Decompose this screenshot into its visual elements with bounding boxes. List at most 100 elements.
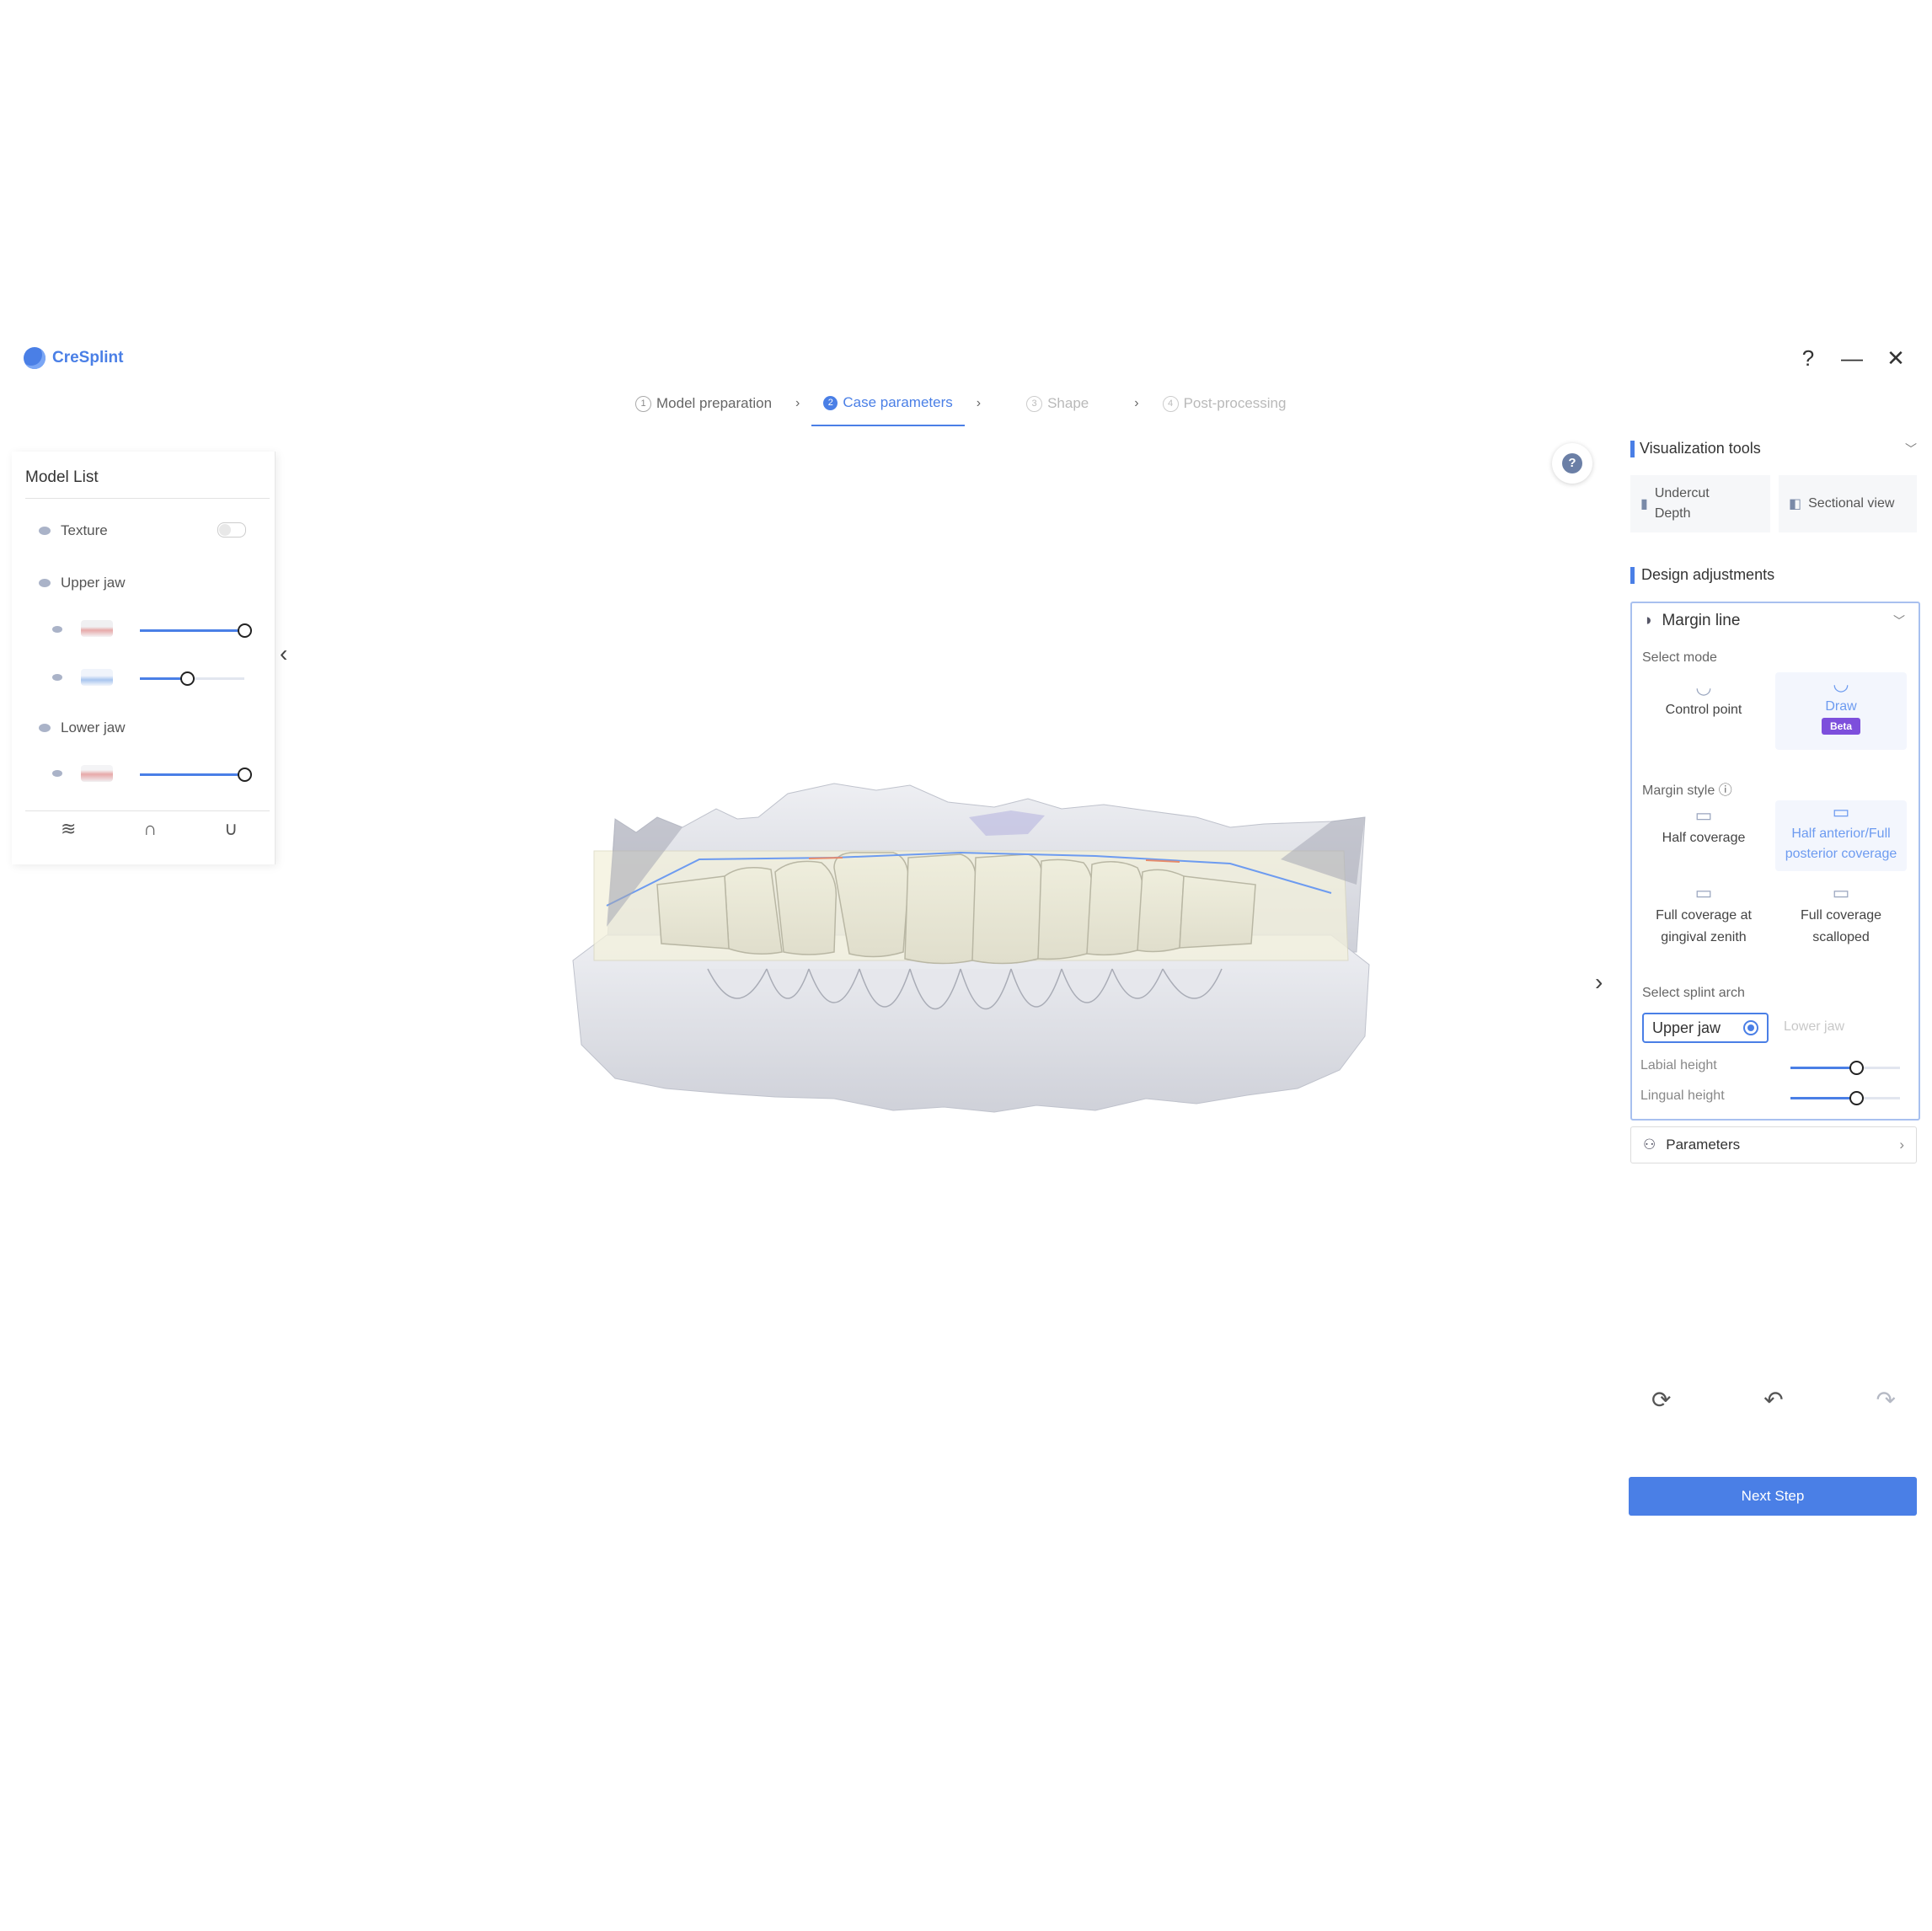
visibility-eye-icon[interactable]: [52, 674, 62, 681]
design-adjustments-header: Design adjustments: [1630, 566, 1774, 584]
style-full-zenith-label: Full coverage at gingival zenith: [1656, 908, 1752, 944]
lower-model-thumbnail: [81, 765, 113, 782]
style-half-anterior-label: Half anterior/Full posterior coverage: [1785, 826, 1897, 861]
step-label: Post-processing: [1183, 395, 1287, 411]
style-half-coverage[interactable]: ▭ Half coverage: [1640, 804, 1767, 849]
upper-arch-icon[interactable]: ∩: [143, 818, 157, 840]
chevron-right-icon: ›: [976, 396, 982, 410]
half-anterior-icon: ▭: [1832, 801, 1850, 822]
logo-icon: [24, 347, 45, 369]
slider-knob[interactable]: [238, 623, 252, 638]
step-post-processing[interactable]: 4 Post-processing: [1151, 390, 1298, 425]
lower-arch-icon[interactable]: ∪: [224, 818, 238, 840]
upper-jaw-row: Upper jaw: [39, 575, 126, 591]
slider-knob[interactable]: [238, 768, 252, 782]
minimize-button[interactable]: —: [1841, 345, 1863, 371]
step-shape[interactable]: 3 Shape: [993, 390, 1122, 425]
divider: [25, 810, 270, 811]
parameters-row[interactable]: ⚇ Parameters ›: [1630, 1126, 1917, 1163]
view-buttons: ≋ ∩ ∪: [27, 818, 271, 840]
lower-gum: [572, 934, 1370, 1113]
texture-toggle[interactable]: [217, 522, 246, 538]
step-label: Case parameters: [843, 394, 953, 410]
margin-line-segment: [808, 857, 843, 859]
slider-knob[interactable]: [1849, 1061, 1864, 1075]
slider-fill: [1790, 1067, 1856, 1069]
chevron-down-icon: ﹀: [1905, 441, 1917, 456]
slider-knob[interactable]: [179, 671, 195, 686]
undo-icon[interactable]: ↶: [1763, 1386, 1783, 1414]
control-point-icon: ◡: [1695, 677, 1712, 698]
mode-control-point[interactable]: ◡ Control point: [1640, 676, 1767, 721]
splint-opacity-slider[interactable]: [140, 671, 244, 686]
texture-icon: [39, 527, 51, 535]
parameters-label: Parameters: [1666, 1137, 1741, 1153]
model-list-title: Model List: [25, 468, 99, 486]
style-full-coverage-zenith[interactable]: ▭ Full coverage at gingival zenith: [1640, 881, 1767, 949]
model-list-panel: Model List Texture Upper jaw Lower jaw ≋…: [12, 452, 276, 864]
step-label: Shape: [1047, 395, 1089, 411]
close-button[interactable]: ✕: [1885, 345, 1907, 371]
margin-line-title: Margin line: [1662, 612, 1741, 629]
step-label: Model preparation: [656, 395, 773, 411]
upper-jaw-label: Upper jaw: [61, 575, 126, 591]
upper-model-thumbnail: [81, 620, 113, 637]
dental-model-viewport[interactable]: [556, 758, 1382, 1137]
step-number: 1: [635, 395, 651, 412]
next-step-button[interactable]: Next Step: [1629, 1477, 1917, 1516]
texture-label: Texture: [61, 522, 108, 538]
lingual-height-label: Lingual height: [1640, 1089, 1725, 1103]
margin-line-header[interactable]: ◗ Margin line ﹀: [1644, 612, 1905, 630]
labial-height-slider[interactable]: [1790, 1061, 1900, 1075]
step-model-preparation[interactable]: 1 Model preparation: [623, 390, 784, 425]
slider-fill: [140, 629, 244, 632]
mode-control-label: Control point: [1665, 703, 1742, 717]
texture-row: Texture: [39, 522, 108, 539]
style-half-label: Half coverage: [1662, 831, 1746, 845]
upper-model-opacity-slider[interactable]: [140, 623, 252, 638]
reset-icon[interactable]: ⟳: [1651, 1386, 1671, 1414]
margin-line-card: ◗ Margin line ﹀ Select mode ◡ Control po…: [1630, 602, 1920, 1121]
half-coverage-icon: ▭: [1694, 805, 1713, 826]
section-accent-bar: [1630, 566, 1635, 584]
parameters-icon: ⚇: [1643, 1137, 1656, 1153]
style-full-scalloped-label: Full coverage scalloped: [1800, 908, 1882, 944]
mode-draw-label: Draw: [1825, 699, 1857, 714]
viewport-help-button[interactable]: ?: [1552, 443, 1592, 484]
visualization-tools-header[interactable]: Visualization tools ﹀: [1630, 440, 1917, 457]
style-half-anterior-full-posterior[interactable]: ▭ Half anterior/Full posterior coverage: [1775, 800, 1907, 871]
lower-model-opacity-slider[interactable]: [140, 768, 252, 782]
chevron-right-icon: ›: [1899, 1137, 1904, 1153]
arch-upper-label: Upper jaw: [1652, 1019, 1721, 1036]
upper-jaw-icon: [39, 579, 51, 587]
beta-badge: Beta: [1821, 718, 1860, 735]
sectional-view-button[interactable]: ◧ Sectional view: [1779, 475, 1917, 532]
step-number: 2: [823, 395, 838, 410]
style-full-coverage-scalloped[interactable]: ▭ Full coverage scalloped: [1775, 881, 1907, 949]
mode-draw[interactable]: ◡ Draw Beta: [1775, 672, 1907, 750]
arch-upper-jaw-button[interactable]: Upper jaw: [1642, 1013, 1769, 1043]
draw-icon: ◡: [1833, 673, 1849, 694]
visibility-eye-icon[interactable]: [52, 770, 62, 777]
step-case-parameters[interactable]: 2 Case parameters: [811, 389, 965, 426]
select-splint-arch-label: Select splint arch: [1642, 986, 1745, 1000]
sectional-view-label: Sectional view: [1808, 496, 1895, 511]
occlusal-view-icon[interactable]: ≋: [61, 818, 76, 840]
visualization-tools-title: Visualization tools: [1640, 440, 1761, 457]
lower-jaw-row: Lower jaw: [39, 719, 126, 736]
help-button[interactable]: ?: [1797, 345, 1819, 371]
slider-knob[interactable]: [1849, 1091, 1864, 1105]
lower-jaw-label: Lower jaw: [61, 719, 126, 735]
sectional-view-icon: ◧: [1789, 497, 1802, 511]
undercut-depth-button[interactable]: ▮ Undercut Depth: [1630, 475, 1770, 532]
undercut-depth-icon: ▮: [1640, 497, 1648, 511]
undercut-depth-label: Undercut Depth: [1654, 486, 1710, 521]
redo-icon[interactable]: ↷: [1876, 1386, 1896, 1414]
slider-fill: [140, 773, 244, 776]
lingual-height-slider[interactable]: [1790, 1091, 1900, 1105]
chevron-right-icon: ›: [795, 396, 800, 410]
arch-lower-jaw-button[interactable]: Lower jaw: [1784, 1019, 1844, 1035]
collapse-left-panel-icon[interactable]: ‹: [280, 640, 287, 667]
collapse-right-panel-icon[interactable]: ›: [1595, 969, 1603, 996]
visibility-eye-icon[interactable]: [52, 626, 62, 633]
